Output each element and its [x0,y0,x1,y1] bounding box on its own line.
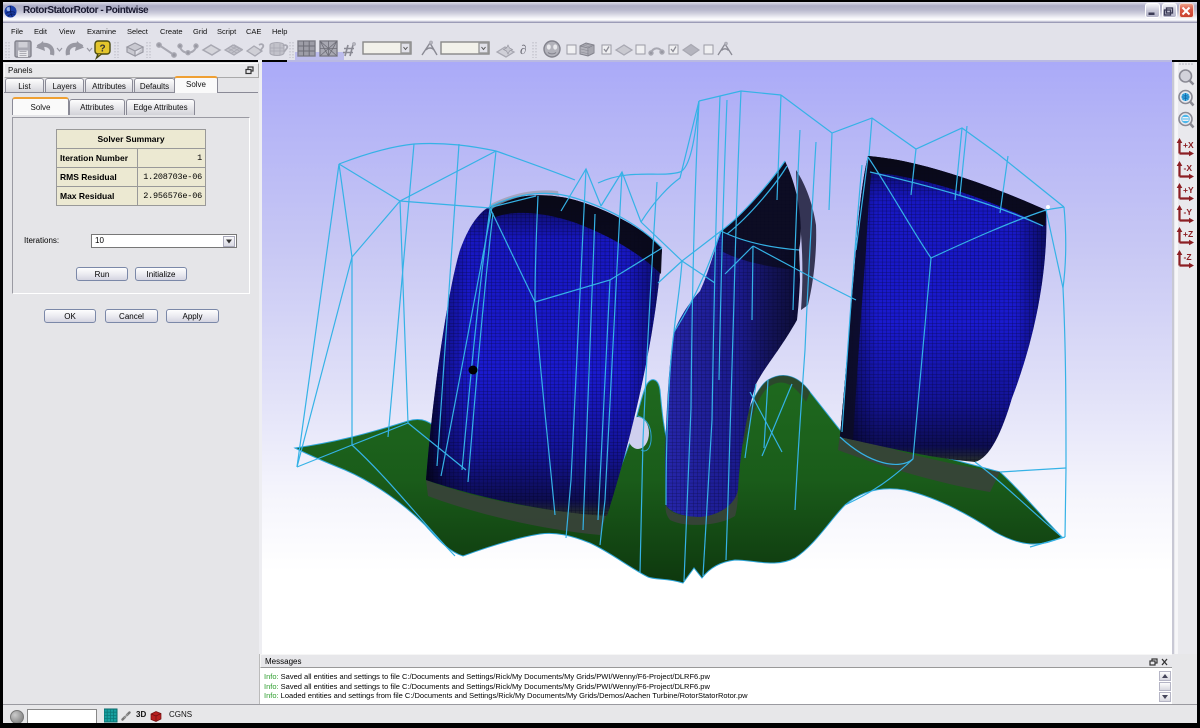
svg-text:-Y: -Y [1184,207,1193,217]
svg-text:-Z: -Z [1184,252,1192,262]
svg-text:∂: ∂ [520,42,526,57]
svg-text:-X: -X [1184,163,1193,173]
svg-text:?: ? [99,44,105,55]
svg-text:+Z: +Z [1183,229,1193,239]
svg-text:+X: +X [1183,140,1194,150]
svg-text:+Y: +Y [1183,185,1194,195]
